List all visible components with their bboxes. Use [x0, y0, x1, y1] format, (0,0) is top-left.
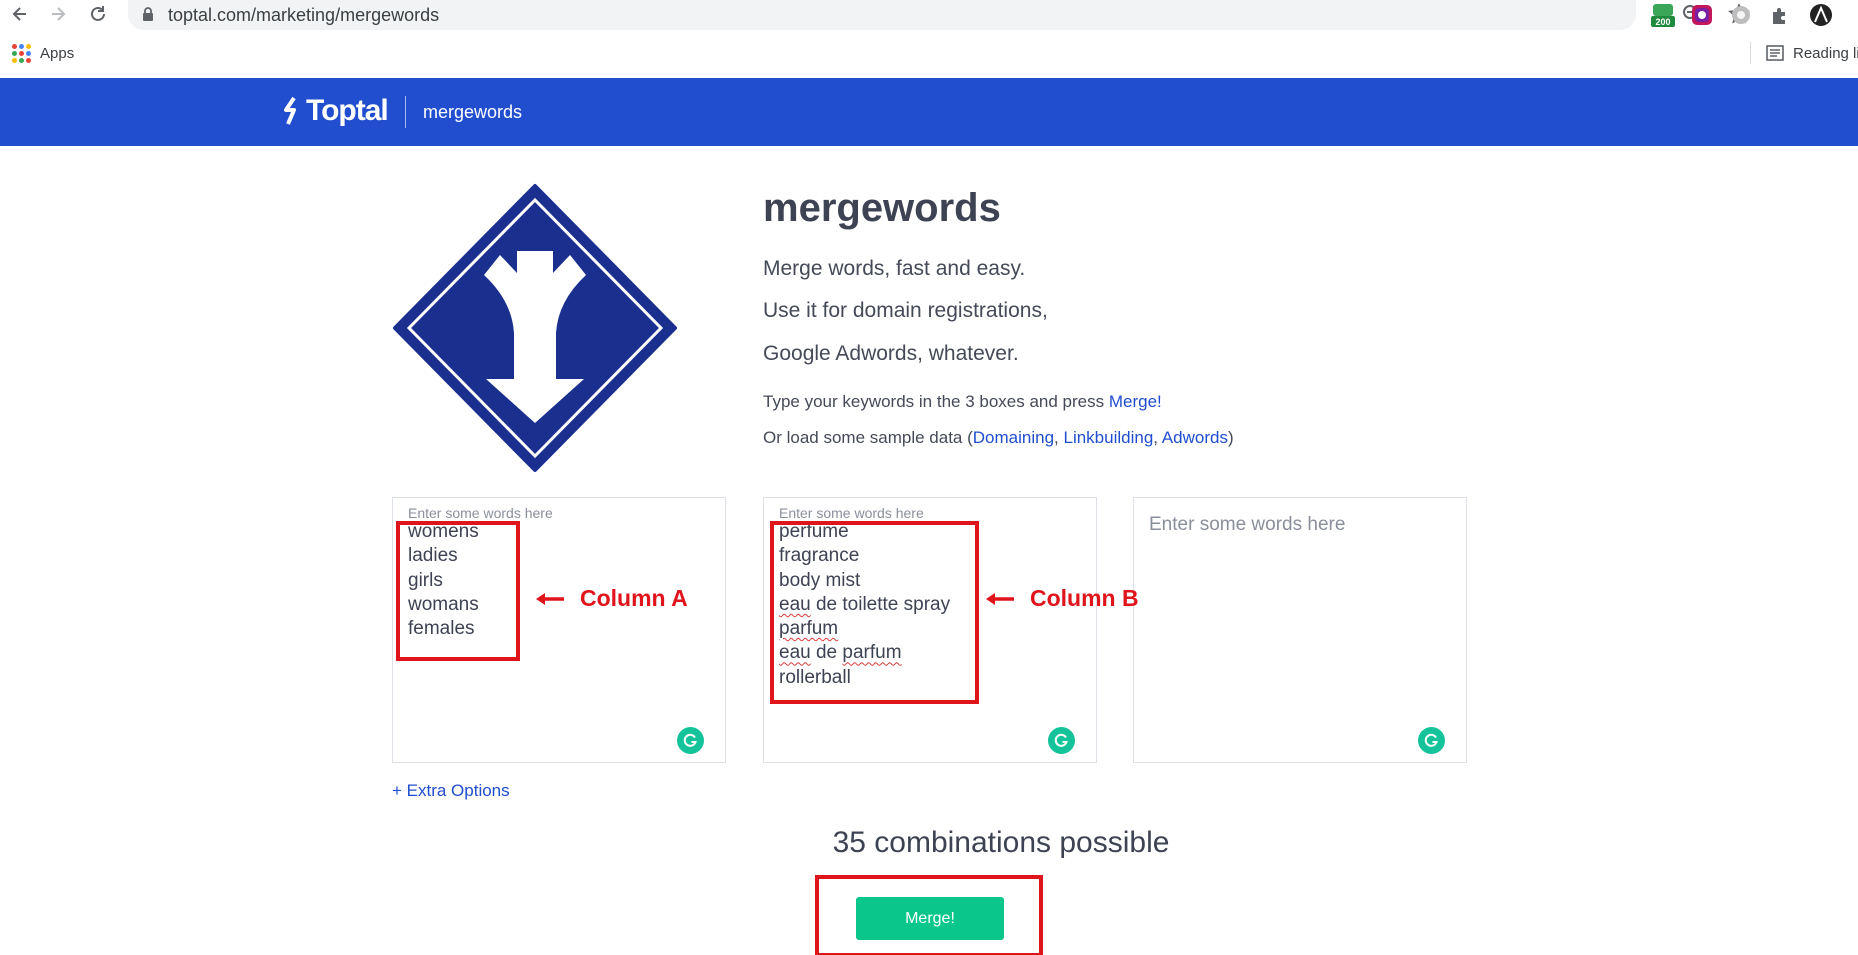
svg-text:200: 200 — [1655, 17, 1670, 27]
grammarly-icon[interactable] — [1048, 727, 1075, 754]
column-a-annotation: Column A — [534, 585, 688, 612]
extensions-puzzle-icon[interactable] — [1767, 2, 1793, 28]
instructions-text: Type your keywords in the 3 boxes and pr… — [763, 392, 1109, 411]
back-icon[interactable] — [6, 0, 34, 28]
site-header: Toptal mergewords — [0, 78, 1858, 146]
column-b-annotation: Column B — [984, 585, 1139, 612]
tagline-2: Use it for domain registrations, — [763, 299, 1048, 322]
merge-link[interactable]: Merge! — [1109, 392, 1162, 411]
address-bar[interactable]: toptal.com/marketing/mergewords — [128, 0, 1750, 30]
apps-grid-icon[interactable] — [12, 44, 31, 63]
combinations-text: 35 combinations possible — [832, 826, 1170, 859]
bookmarks-divider — [1750, 42, 1751, 64]
page-title: mergewords — [763, 186, 1001, 230]
instructions: Type your keywords in the 3 boxes and pr… — [763, 392, 1162, 412]
reading-list-button[interactable]: Reading li — [1793, 45, 1858, 62]
column-a-placeholder: Enter some words here — [408, 505, 553, 521]
column-a-highlight-box — [396, 521, 520, 661]
toptal-logo[interactable]: Toptal — [282, 94, 389, 128]
column-a-label: Column A — [580, 585, 688, 611]
merge-button[interactable]: Merge! — [856, 897, 1004, 940]
extension-counter-icon[interactable]: 200 — [1650, 2, 1676, 28]
logo-text: Toptal — [306, 94, 389, 127]
grammarly-icon[interactable] — [1418, 727, 1445, 754]
mergewords-logo — [393, 184, 677, 472]
header-divider — [405, 96, 406, 128]
apps-bookmark[interactable]: Apps — [40, 45, 74, 62]
header-app-name[interactable]: mergewords — [423, 102, 522, 123]
sample-domaining-link[interactable]: Domaining — [973, 428, 1054, 447]
arrow-left-icon — [536, 592, 564, 605]
reading-list-icon[interactable] — [1766, 45, 1784, 66]
sample-linkbuilding-link[interactable]: Linkbuilding — [1063, 428, 1153, 447]
profile-avatar[interactable] — [1808, 2, 1834, 28]
sample-data-text: Or load some sample data ( — [763, 428, 973, 447]
forward-icon[interactable] — [44, 0, 72, 28]
bookmarks-bar: Apps Reading li — [0, 36, 1858, 72]
url-text: toptal.com/marketing/mergewords — [168, 5, 440, 25]
lock-icon — [142, 7, 154, 27]
reload-icon[interactable] — [84, 0, 112, 28]
column-b-highlight-box — [770, 521, 979, 704]
tagline-3: Google Adwords, whatever. — [763, 342, 1019, 365]
grammarly-icon[interactable] — [677, 727, 704, 754]
column-c-placeholder: Enter some words here — [1149, 514, 1346, 535]
tagline-1: Merge words, fast and easy. — [763, 257, 1026, 280]
settings-extension-icon[interactable] — [1728, 2, 1754, 28]
browser-toolbar: toptal.com/marketing/mergewords 200 — [0, 0, 1858, 30]
extra-options-link[interactable]: + Extra Options — [392, 781, 510, 801]
sample-data-line: Or load some sample data (Domaining, Lin… — [763, 428, 1234, 448]
sample-adwords-link[interactable]: Adwords — [1162, 428, 1228, 447]
column-b-label: Column B — [1030, 585, 1139, 611]
column-c-textarea[interactable]: Enter some words here — [1133, 497, 1467, 763]
arrow-left-icon — [986, 592, 1014, 605]
sample-suffix: ) — [1227, 428, 1234, 447]
toptal-mark-icon — [284, 96, 296, 125]
column-b-placeholder: Enter some words here — [779, 505, 924, 521]
sample-separator: , — [1153, 428, 1162, 447]
color-picker-extension-icon[interactable] — [1689, 2, 1715, 28]
combinations-count: 35 combinations possible — [0, 826, 1858, 860]
